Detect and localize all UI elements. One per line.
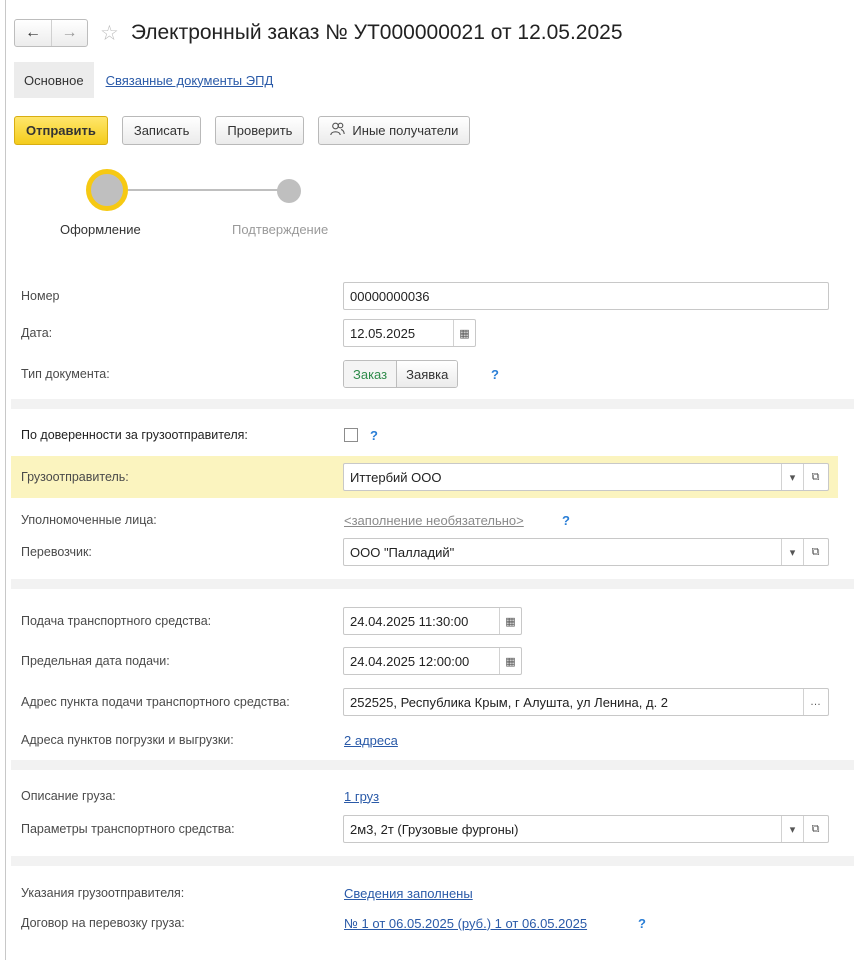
doctype-request-option[interactable]: Заявка [396,361,458,387]
shipper-instructions-link[interactable]: Сведения заполнены [344,879,473,907]
section-tabs: Основное Связанные документы ЭПД [14,62,273,98]
dropdown-icon[interactable]: ▾ [781,539,803,565]
help-icon[interactable]: ? [491,360,499,388]
authorized-label: Уполномоченные лица: [21,513,157,527]
step-next-indicator [277,179,301,203]
back-button[interactable]: ← [15,20,51,46]
star-icon[interactable]: ☆ [100,21,119,46]
cargo-link[interactable]: 1 груз [344,782,379,810]
tab-related-documents[interactable]: Связанные документы ЭПД [106,73,274,88]
vehicle-params-value: 2м3, 2т (Грузовые фургоны) [350,821,519,837]
row-carrier: Перевозчик: ООО "Палладий" ▾ ⧉ [6,538,854,566]
row-shipper: Грузоотправитель: Иттербий ООО ▾ ⧉ [6,463,854,491]
supply-address-value: 252525, Республика Крым, г Алушта, ул Ле… [350,694,669,710]
proxy-label: По доверенности за грузоотправителя: [21,428,248,442]
date-label: Дата: [21,326,53,340]
step-connector [128,189,278,191]
row-proxy: По доверенности за грузоотправителя: ? [6,421,854,449]
number-field[interactable]: 00000000036 [343,282,829,310]
check-button[interactable]: Проверить [215,116,305,145]
deadline-field[interactable]: 24.04.2025 12:00:00 ▦ [343,647,522,675]
open-icon[interactable]: ⧉ [803,816,827,842]
shipper-label: Грузоотправитель: [21,470,129,484]
row-contract: Договор на перевозку груза: № 1 от 06.05… [6,909,854,937]
carrier-field[interactable]: ООО "Палладий" ▾ ⧉ [343,538,829,566]
contract-link[interactable]: № 1 от 06.05.2025 (руб.) 1 от 06.05.2025 [344,909,587,937]
load-points-link[interactable]: 2 адреса [344,726,398,754]
forward-button[interactable]: → [51,20,87,46]
cargo-label: Описание груза: [21,789,116,803]
row-authorized: Уполномоченные лица: <заполнение необяза… [6,506,854,534]
command-bar: Отправить Записать Проверить Иные получа… [14,116,484,145]
row-deadline: Предельная дата подачи: 24.04.2025 12:00… [6,647,854,675]
more-icon[interactable]: … [803,689,827,715]
save-button[interactable]: Записать [121,116,202,145]
help-icon[interactable]: ? [638,909,646,937]
step-label-confirmation: Подтверждение [232,222,329,237]
step-label-design: Оформление [60,222,141,237]
calendar-icon[interactable]: ▦ [499,648,521,674]
row-cargo: Описание груза: 1 груз [6,782,854,810]
vehicle-params-field[interactable]: 2м3, 2т (Грузовые фургоны) ▾ ⧉ [343,815,829,843]
page-title: Электронный заказ № УТ000000021 от 12.05… [130,21,623,44]
row-date: Дата: 12.05.2025 ▦ [6,319,854,347]
separator [11,856,854,866]
vehicle-supply-label: Подача транспортного средства: [21,614,212,628]
help-icon[interactable]: ? [562,506,570,534]
deadline-value: 24.04.2025 12:00:00 [350,653,470,669]
row-doctype: Тип документа: Заказ Заявка ? [6,360,854,388]
shipper-value: Иттербий ООО [350,469,442,485]
other-recipients-label: Иные получатели [352,123,459,138]
shipper-field[interactable]: Иттербий ООО ▾ ⧉ [343,463,829,491]
row-number: Номер 00000000036 [6,282,854,310]
document-window: ← → ☆ Электронный заказ № УТ000000021 от… [5,0,854,960]
date-field[interactable]: 12.05.2025 ▦ [343,319,476,347]
shipper-instructions-label: Указания грузоотправителя: [21,886,185,900]
date-value: 12.05.2025 [350,325,416,341]
arrow-right-icon: → [61,24,78,41]
dropdown-icon[interactable]: ▾ [781,464,803,490]
number-label: Номер [21,289,60,303]
load-points-label: Адреса пунктов погрузки и выгрузки: [21,733,234,747]
send-button[interactable]: Отправить [14,116,108,145]
dropdown-icon[interactable]: ▾ [781,816,803,842]
row-vehicle-params: Параметры транспортного средства: 2м3, 2… [6,815,854,843]
doctype-toggle: Заказ Заявка [343,360,459,388]
row-vehicle-supply: Подача транспортного средства: 24.04.202… [6,607,854,635]
supply-address-label: Адрес пункта подачи транспортного средст… [21,695,290,709]
help-icon[interactable]: ? [370,421,378,449]
title-bar: ← → ☆ Электронный заказ № УТ000000021 от… [14,18,623,48]
other-recipients-button[interactable]: Иные получатели [318,116,471,145]
doctype-label: Тип документа: [21,367,110,381]
proxy-checkbox[interactable] [344,428,358,442]
vehicle-params-label: Параметры транспортного средства: [21,822,235,836]
deadline-label: Предельная дата подачи: [21,654,170,668]
vehicle-supply-field[interactable]: 24.04.2025 11:30:00 ▦ [343,607,522,635]
supply-address-field[interactable]: 252525, Республика Крым, г Алушта, ул Ле… [343,688,829,716]
calendar-icon[interactable]: ▦ [453,320,475,346]
open-icon[interactable]: ⧉ [803,539,827,565]
users-icon [330,122,346,139]
step-current-indicator [86,169,128,211]
row-load-points: Адреса пунктов погрузки и выгрузки: 2 ад… [6,726,854,754]
doctype-order-option[interactable]: Заказ [344,361,397,387]
nav-buttons: ← → [14,19,88,47]
vehicle-supply-value: 24.04.2025 11:30:00 [350,613,469,629]
open-icon[interactable]: ⧉ [803,464,827,490]
tab-main[interactable]: Основное [14,62,94,98]
authorized-link[interactable]: <заполнение необязательно> [344,506,524,534]
arrow-left-icon: ← [25,24,41,41]
carrier-value: ООО "Палладий" [350,544,455,560]
separator [11,760,854,770]
calendar-icon[interactable]: ▦ [499,608,521,634]
separator [11,399,854,409]
row-supply-address: Адрес пункта подачи транспортного средст… [6,688,854,716]
carrier-label: Перевозчик: [21,545,92,559]
row-shipper-instructions: Указания грузоотправителя: Сведения запо… [6,879,854,907]
contract-label: Договор на перевозку груза: [21,916,185,930]
separator [11,579,854,589]
progress-stepper: Оформление Подтверждение [6,164,366,244]
